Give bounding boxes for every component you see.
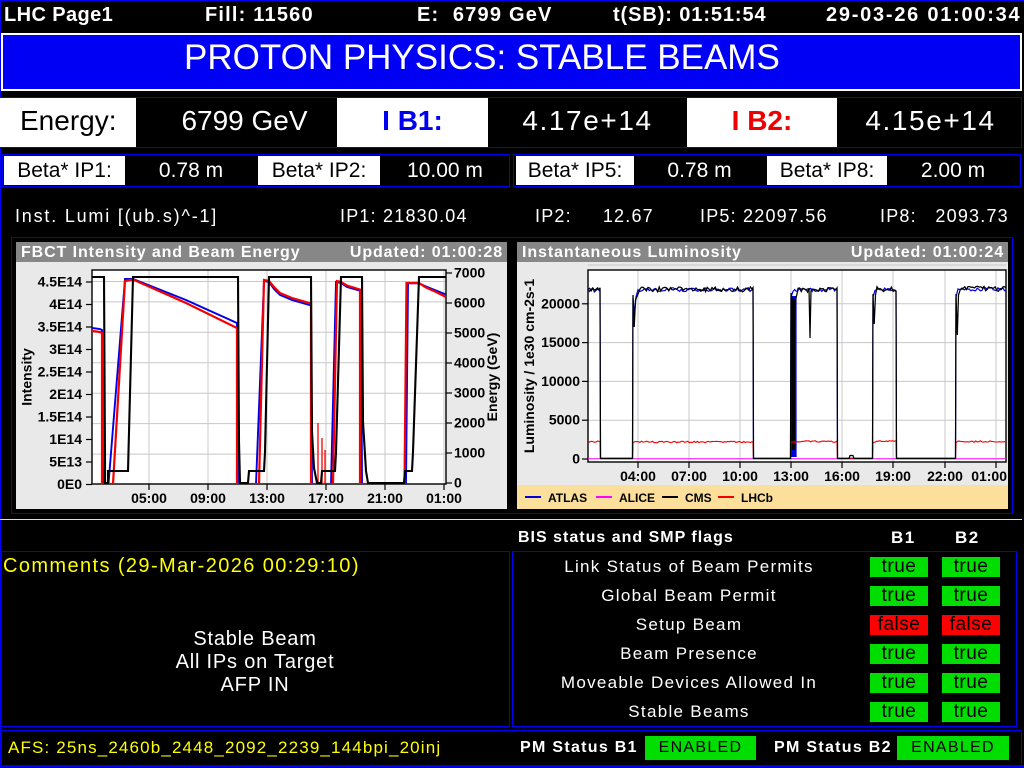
svg-text:07:00: 07:00 (671, 468, 707, 484)
svg-text:LHCb: LHCb (741, 491, 773, 505)
svg-text:4.5E14: 4.5E14 (38, 274, 83, 290)
svg-text:6000: 6000 (454, 295, 485, 311)
svg-text:09:00: 09:00 (190, 490, 226, 506)
svg-text:1E14: 1E14 (49, 431, 82, 447)
svg-text:10:00: 10:00 (722, 468, 758, 484)
svg-text:01:00: 01:00 (426, 490, 462, 506)
svg-text:Luminosity / 1e30 cm-2s-1: Luminosity / 1e30 cm-2s-1 (521, 279, 537, 454)
svg-text:0: 0 (572, 451, 580, 467)
svg-text:FBCT Intensity and Beam Energy: FBCT Intensity and Beam Energy (21, 244, 301, 261)
svg-text:16:00: 16:00 (824, 468, 860, 484)
svg-text:3E14: 3E14 (49, 341, 82, 357)
svg-text:7000: 7000 (454, 265, 485, 281)
svg-text:5000: 5000 (454, 325, 485, 341)
svg-text:5E13: 5E13 (49, 454, 82, 470)
svg-text:1.5E14: 1.5E14 (38, 409, 83, 425)
svg-text:ATLAS: ATLAS (548, 491, 587, 505)
svg-text:2.5E14: 2.5E14 (38, 364, 83, 380)
svg-text:2000: 2000 (454, 415, 485, 431)
svg-text:Updated: 01:00:24: Updated: 01:00:24 (851, 244, 1004, 261)
svg-text:Intensity: Intensity (19, 348, 35, 406)
svg-text:05:00: 05:00 (131, 490, 167, 506)
svg-text:20000: 20000 (541, 295, 580, 311)
svg-text:ALICE: ALICE (619, 491, 655, 505)
svg-text:0E0: 0E0 (57, 476, 82, 492)
svg-text:13:00: 13:00 (249, 490, 285, 506)
svg-text:Instantaneous Luminosity: Instantaneous Luminosity (522, 244, 742, 261)
svg-text:01:00: 01:00 (971, 468, 1007, 484)
svg-text:17:00: 17:00 (308, 490, 344, 506)
svg-text:2E14: 2E14 (49, 386, 82, 402)
svg-text:1000: 1000 (454, 445, 485, 461)
svg-text:10000: 10000 (541, 373, 580, 389)
svg-text:3.5E14: 3.5E14 (38, 319, 83, 335)
svg-text:5000: 5000 (549, 412, 580, 428)
svg-text:CMS: CMS (685, 491, 712, 505)
svg-text:21:00: 21:00 (367, 490, 403, 506)
svg-text:13:00: 13:00 (773, 468, 809, 484)
svg-text:19:00: 19:00 (875, 468, 911, 484)
svg-text:4E14: 4E14 (49, 296, 82, 312)
svg-text:15000: 15000 (541, 334, 580, 350)
svg-text:Updated: 01:00:28: Updated: 01:00:28 (350, 244, 503, 261)
svg-text:4000: 4000 (454, 355, 485, 371)
svg-text:Energy (GeV): Energy (GeV) (484, 333, 500, 422)
svg-text:0: 0 (454, 475, 462, 491)
svg-text:04:00: 04:00 (620, 468, 656, 484)
svg-text:22:00: 22:00 (927, 468, 963, 484)
svg-text:3000: 3000 (454, 385, 485, 401)
